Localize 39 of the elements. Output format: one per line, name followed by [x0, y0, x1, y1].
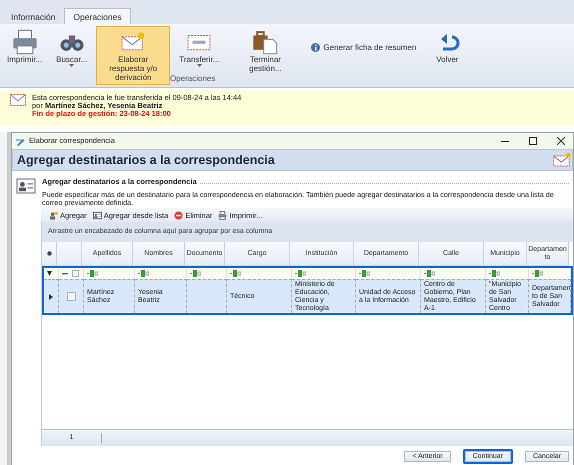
tab[interactable]: Información: [2, 8, 64, 24]
filter-condition-icon[interactable]: [424, 270, 435, 278]
add-person-icon: [49, 210, 58, 220]
filter-condition-icon[interactable]: [138, 270, 149, 278]
ribbon-button[interactable]: Transferir...: [174, 26, 224, 70]
filter-condition-icon[interactable]: [230, 270, 241, 278]
info-icon: [311, 43, 320, 52]
back-button[interactable]: Volver: [429, 26, 466, 67]
ribbon-button[interactable]: Terminar gestión...: [228, 26, 302, 76]
select-all-checkbox[interactable]: [72, 270, 79, 278]
row-indicator-icon: [49, 294, 53, 300]
filter-condition-icon[interactable]: [190, 270, 201, 278]
filter-condition-icon[interactable]: [295, 270, 306, 278]
group-label: Operaciones: [170, 73, 216, 85]
ribbon-link[interactable]: Generar ficha de resumen: [306, 40, 422, 55]
filter-condition-icon[interactable]: [532, 270, 543, 278]
ribbon-button[interactable]: Buscar...: [51, 26, 92, 70]
envelope-icon: [10, 94, 26, 106]
remove-icon: [174, 210, 184, 220]
pen-icon: [16, 136, 25, 146]
collapse-icon: [62, 272, 68, 275]
table-cell: [187, 279, 227, 314]
ribbon-button[interactable]: Elaborar respuesta y/o derivación: [96, 26, 170, 85]
close-icon[interactable]: [557, 137, 565, 145]
filter-condition-icon[interactable]: [87, 270, 98, 278]
checkbox[interactable]: [66, 292, 76, 302]
tab[interactable]: Operaciones: [64, 8, 131, 24]
contact-card-icon: [16, 176, 36, 196]
filter-condition-icon[interactable]: [489, 270, 500, 278]
dialog-heading: Agregar destinatarios a la correspondencia: [17, 152, 275, 169]
contact-card-icon: [92, 210, 102, 220]
printer-icon: [218, 210, 228, 220]
asterisk-icon: [46, 251, 52, 256]
filter-icon: [47, 271, 52, 276]
briefcase-icon: [252, 29, 278, 55]
filter-condition-icon[interactable]: [359, 270, 370, 278]
maximize-icon[interactable]: [529, 137, 537, 145]
printer-icon: [12, 29, 38, 55]
ribbon-button[interactable]: Imprimir...: [2, 26, 48, 67]
